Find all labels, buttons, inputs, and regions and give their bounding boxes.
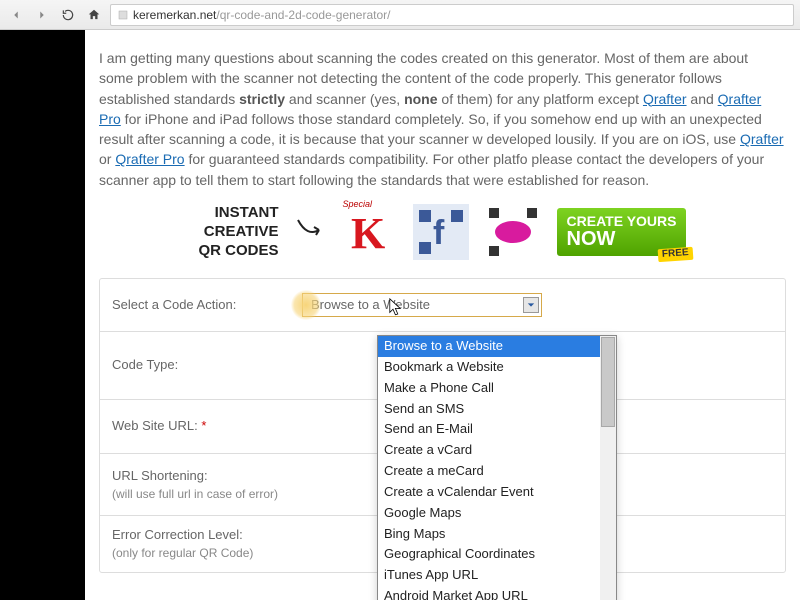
label-url: Web Site URL: * [112, 417, 292, 436]
left-sidebar [0, 30, 85, 600]
qrafter-pro-link-2[interactable]: Qrafter Pro [115, 151, 184, 167]
qrafter-link[interactable]: Qrafter [643, 91, 687, 107]
dropdown-option[interactable]: Create a vCard [378, 440, 600, 461]
svg-text:f: f [433, 214, 445, 252]
label-code-action: Select a Code Action: [112, 296, 292, 315]
url-host: keremerkan.net [133, 8, 216, 22]
dropdown-option[interactable]: Send an E-Mail [378, 419, 600, 440]
dropdown-scrollbar[interactable] [600, 336, 616, 600]
home-button[interactable] [84, 5, 104, 25]
dropdown-option[interactable]: Create a vCalendar Event [378, 482, 600, 503]
code-action-select[interactable]: Browse to a Website [302, 293, 542, 317]
sample-qr-kiss [485, 204, 541, 260]
label-error-correction: Error Correction Level: (only for regula… [112, 526, 292, 562]
arrow-icon [295, 212, 325, 252]
address-bar[interactable]: keremerkan.net/qr-code-and-2d-code-gener… [110, 4, 794, 26]
main-content: I am getting many questions about scanni… [85, 30, 800, 600]
dropdown-option[interactable]: Bing Maps [378, 524, 600, 545]
dropdown-option[interactable]: iTunes App URL [378, 565, 600, 586]
dropdown-list: Browse to a WebsiteBookmark a WebsiteMak… [378, 336, 616, 600]
sample-qr-k: Special K [341, 204, 397, 260]
forward-button[interactable] [32, 5, 52, 25]
label-shortening: URL Shortening: (will use full url in ca… [112, 467, 292, 503]
dropdown-option[interactable]: Send an SMS [378, 399, 600, 420]
qrafter-link-2[interactable]: Qrafter [740, 131, 784, 147]
url-path: /qr-code-and-2d-code-generator/ [216, 8, 390, 22]
row-code-action: Select a Code Action: Browse to a Websit… [100, 279, 785, 332]
intro-paragraph: I am getting many questions about scanni… [99, 48, 786, 190]
create-now-button[interactable]: CREATE YOURS NOW FREE [557, 208, 687, 256]
scrollbar-thumb[interactable] [601, 337, 615, 427]
promo-banner: INSTANT CREATIVE QR CODES Special K f CR… [99, 204, 786, 260]
dropdown-option[interactable]: Android Market App URL [378, 586, 600, 600]
dropdown-option[interactable]: Make a Phone Call [378, 378, 600, 399]
browser-toolbar: keremerkan.net/qr-code-and-2d-code-gener… [0, 0, 800, 30]
dropdown-option[interactable]: Google Maps [378, 503, 600, 524]
back-button[interactable] [6, 5, 26, 25]
reload-button[interactable] [58, 5, 78, 25]
dropdown-option[interactable]: Geographical Coordinates [378, 544, 600, 565]
chevron-down-icon[interactable] [523, 297, 539, 313]
sample-qr-fb: f [413, 204, 469, 260]
code-action-dropdown[interactable]: Browse to a WebsiteBookmark a WebsiteMak… [377, 335, 617, 600]
dropdown-option[interactable]: Browse to a Website [378, 336, 600, 357]
label-code-type: Code Type: [112, 356, 292, 375]
dropdown-option[interactable]: Create a meCard [378, 461, 600, 482]
page-body: I am getting many questions about scanni… [0, 30, 800, 600]
svg-text:K: K [351, 209, 385, 258]
dropdown-option[interactable]: Bookmark a Website [378, 357, 600, 378]
banner-slogan: INSTANT CREATIVE QR CODES [199, 204, 279, 260]
select-value: Browse to a Website [311, 296, 430, 315]
